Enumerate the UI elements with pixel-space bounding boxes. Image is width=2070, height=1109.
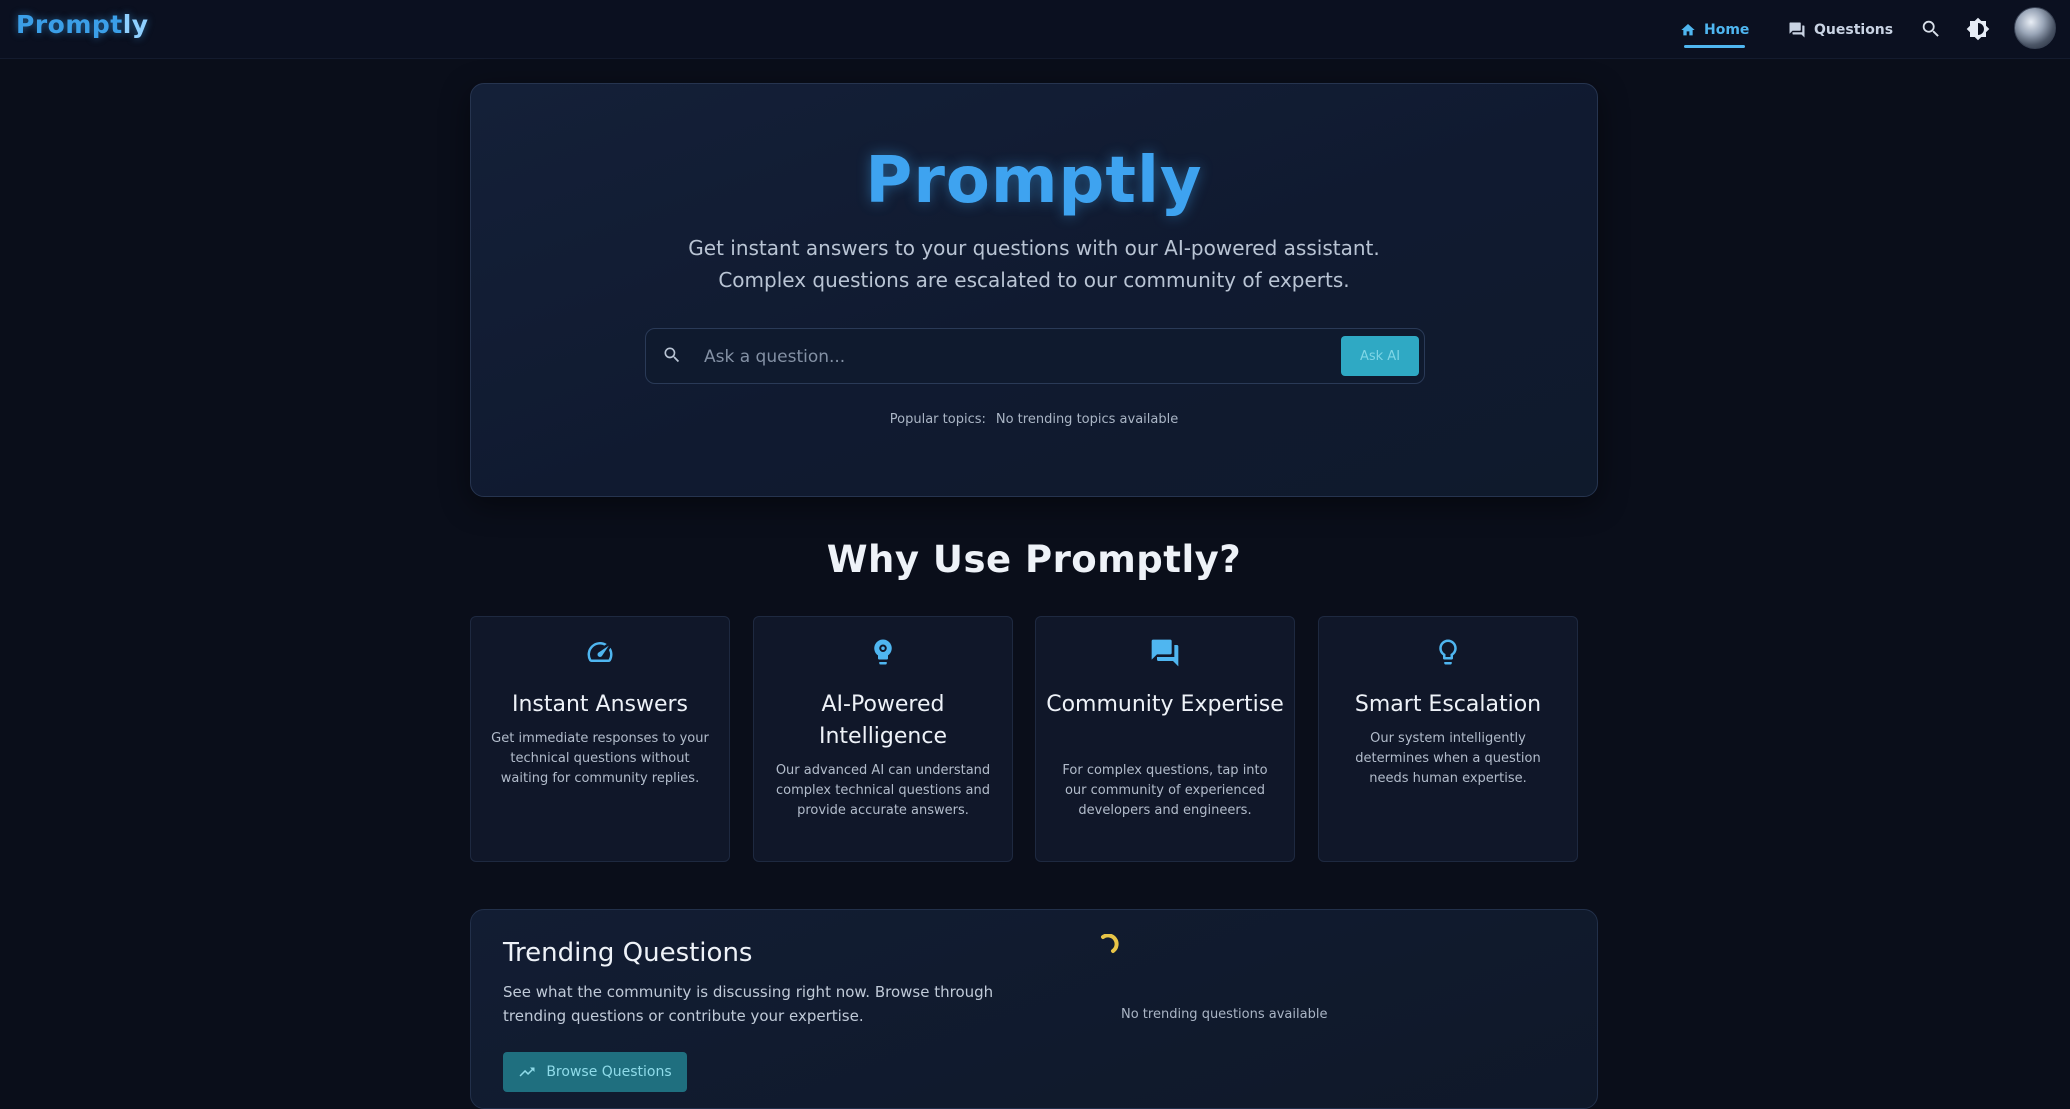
forum-icon [1789,22,1805,38]
nav-questions-label: Questions [1814,22,1894,38]
popular-topics-value: No trending topics available [995,412,1179,427]
question-input[interactable] [702,338,1306,376]
nav-home-label: Home [1704,22,1750,38]
lightbulb-icon [1439,639,1457,665]
ask-question-bar: Ask AI [645,328,1425,384]
ask-ai-button[interactable]: Ask AI [1341,336,1419,376]
hero-section: Promptly Get instant answers to your que… [470,83,1598,497]
trending-section: Trending Questions See what the communit… [470,909,1598,1109]
home-icon [1681,24,1695,36]
theme-toggle-button[interactable] [1961,12,1995,46]
feature-card-title: Community Expertise [1046,692,1284,717]
trending-up-icon [519,1067,535,1077]
loading-spinner-icon [1101,934,1119,953]
feature-card-title: Smart Escalation [1354,692,1542,717]
trending-title: Trending Questions [503,938,753,968]
feature-card-title: Instant Answers [511,692,689,717]
nav-questions[interactable]: Questions [1788,14,1893,46]
feature-card-instant-answers: Instant Answers Get immediate responses … [470,616,730,862]
brand-logo[interactable]: Promptly [16,10,149,39]
browse-questions-button[interactable]: Browse Questions [503,1052,687,1092]
search-icon [1922,20,1939,37]
forum-icon [1151,639,1179,667]
feature-card-smart-escalation: Smart Escalation Our system intelligentl… [1318,616,1578,862]
popular-topics: Popular topics: No trending topics availa… [471,412,1597,427]
feature-card-title: AI-Powered Intelligence [818,692,947,749]
search-icon [662,345,682,369]
speedometer-icon [587,642,613,662]
hero-subtitle: Get instant answers to your questions wi… [688,236,1380,292]
trending-description: See what the community is discussing rig… [503,983,994,1025]
search-button[interactable] [1914,12,1948,46]
popular-topics-label: Popular topics: [889,412,986,427]
ai-brain-icon [874,639,892,665]
feature-card-desc: For complex questions, tap into our comm… [1062,763,1268,818]
nav-home[interactable]: Home [1680,14,1750,48]
trending-empty-state: No trending questions available [1121,1007,1328,1022]
brightness-icon [1966,17,1990,41]
user-avatar[interactable] [2014,7,2056,49]
feature-card-community-expertise: Community Expertise For complex question… [1035,616,1295,862]
why-section-title: Why Use Promptly? [826,538,1242,581]
top-navbar: Promptly Home Questions [0,0,2070,59]
feature-card-ai-powered: AI-Powered Intelligence Our advanced AI … [753,616,1013,862]
feature-card-desc: Our system intelligently determines when… [1355,731,1541,786]
hero-title: Promptly [865,144,1203,218]
feature-card-desc: Get immediate responses to your technica… [491,731,709,786]
feature-card-desc: Our advanced AI can understand complex t… [775,763,991,818]
